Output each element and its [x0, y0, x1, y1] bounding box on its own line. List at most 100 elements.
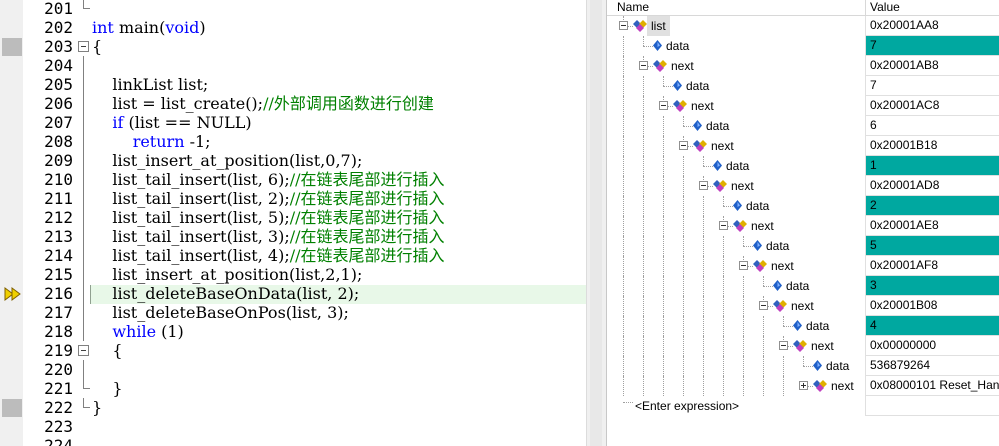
watch-name[interactable]: list: [647, 16, 670, 36]
code-text[interactable]: list_insert_at_position(list,0,7);: [92, 151, 362, 170]
watch-value[interactable]: 3: [865, 276, 999, 296]
code-line[interactable]: 220: [0, 360, 586, 379]
collapse-icon[interactable]: [739, 261, 748, 270]
watch-name[interactable]: next: [711, 136, 734, 156]
watch-name[interactable]: next: [791, 296, 814, 316]
code-line[interactable]: 215 list_insert_at_position(list,2,1);: [0, 265, 586, 284]
watch-name[interactable]: data: [806, 316, 829, 336]
watch-row-struct[interactable]: next 0x20001AE8: [607, 216, 999, 236]
watch-value[interactable]: 0x20001B08: [865, 296, 999, 316]
collapse-icon[interactable]: [719, 221, 728, 230]
watch-row-field[interactable]: data 536879264: [607, 356, 999, 376]
code-text[interactable]: list_tail_insert(list, 4);//在链表尾部进行插入: [92, 246, 444, 265]
code-line[interactable]: 223: [0, 417, 586, 436]
watch-name[interactable]: data: [666, 36, 689, 56]
code-line[interactable]: 205 linkList list;: [0, 75, 586, 94]
fold-toggle-icon[interactable]: [78, 345, 89, 356]
column-header-value[interactable]: Value: [870, 0, 900, 15]
collapse-icon[interactable]: [659, 101, 668, 110]
watch-window[interactable]: Name Value list 0x20001AA8 data 7 next 0x2000…: [606, 0, 999, 446]
watch-row-struct[interactable]: next 0x20001AF8: [607, 256, 999, 276]
code-line[interactable]: 203 {: [0, 37, 586, 56]
code-text[interactable]: }: [92, 379, 122, 398]
watch-row-field[interactable]: data 7: [607, 76, 999, 96]
code-text[interactable]: if (list == NULL): [92, 113, 251, 132]
watch-value[interactable]: 0x20001AF8: [865, 256, 999, 276]
watch-value[interactable]: 0x20001AA8: [865, 16, 999, 36]
collapse-icon[interactable]: [639, 61, 648, 70]
collapse-icon[interactable]: [779, 341, 788, 350]
code-line[interactable]: 221 }: [0, 379, 586, 398]
watch-row-struct[interactable]: list 0x20001AA8: [607, 16, 999, 36]
code-line[interactable]: 213 list_tail_insert(list, 3);//在链表尾部进行插…: [0, 227, 586, 246]
watch-value[interactable]: 4: [865, 316, 999, 336]
code-line[interactable]: 211 list_tail_insert(list, 2);//在链表尾部进行插…: [0, 189, 586, 208]
watch-row-field[interactable]: data 6: [607, 116, 999, 136]
watch-name[interactable]: next: [831, 376, 854, 396]
code-line[interactable]: 210 list_tail_insert(list, 6);//在链表尾部进行插…: [0, 170, 586, 189]
watch-value[interactable]: 5: [865, 236, 999, 256]
code-text[interactable]: int main(void): [92, 18, 206, 37]
watch-name[interactable]: data: [706, 116, 729, 136]
enter-expression-field[interactable]: <Enter expression>: [635, 399, 739, 413]
watch-row-field[interactable]: data 2: [607, 196, 999, 216]
code-line[interactable]: 201: [0, 0, 586, 18]
watch-name[interactable]: data: [766, 236, 789, 256]
code-text[interactable]: list_tail_insert(list, 2);//在链表尾部进行插入: [92, 189, 444, 208]
watch-row-field[interactable]: data 1: [607, 156, 999, 176]
code-line[interactable]: 219 {: [0, 341, 586, 360]
expand-icon[interactable]: [799, 381, 808, 390]
code-line[interactable]: 208 return -1;: [0, 132, 586, 151]
watch-value[interactable]: 1: [865, 156, 999, 176]
collapse-icon[interactable]: [679, 141, 688, 150]
code-text[interactable]: list_tail_insert(list, 3);//在链表尾部进行插入: [92, 227, 444, 246]
watch-value[interactable]: 0x20001AD8: [865, 176, 999, 196]
watch-name[interactable]: data: [746, 196, 769, 216]
watch-name[interactable]: data: [726, 156, 749, 176]
code-text[interactable]: list_tail_insert(list, 6);//在链表尾部进行插入: [92, 170, 444, 189]
watch-name[interactable]: next: [671, 56, 694, 76]
watch-row-struct[interactable]: next 0x20001AB8: [607, 56, 999, 76]
watch-value-empty[interactable]: [865, 396, 999, 416]
code-text[interactable]: list_insert_at_position(list,2,1);: [92, 265, 362, 284]
gutter-marker[interactable]: [2, 38, 22, 56]
watch-name[interactable]: next: [811, 336, 834, 356]
code-text[interactable]: list_deleteBaseOnData(list, 2);: [92, 284, 359, 303]
code-line[interactable]: 204: [0, 56, 586, 75]
watch-value[interactable]: 0x20001B18: [865, 136, 999, 156]
code-editor[interactable]: 201 202 int main(void) 203 {204 205 linkList …: [0, 0, 586, 446]
code-line[interactable]: 222}: [0, 398, 586, 417]
watch-value[interactable]: 0x00000000: [865, 336, 999, 356]
code-line[interactable]: 209 list_insert_at_position(list,0,7);: [0, 151, 586, 170]
code-line[interactable]: 214 list_tail_insert(list, 4);//在链表尾部进行插…: [0, 246, 586, 265]
code-text[interactable]: {: [92, 341, 122, 360]
code-line[interactable]: 224: [0, 436, 586, 446]
code-line[interactable]: 207 if (list == NULL): [0, 113, 586, 132]
watch-row-field[interactable]: data 7: [607, 36, 999, 56]
code-line[interactable]: 216 list_deleteBaseOnData(list, 2);: [0, 284, 586, 303]
watch-row-struct[interactable]: next 0x20001B18: [607, 136, 999, 156]
gutter-marker[interactable]: [2, 399, 22, 417]
watch-row-struct[interactable]: next 0x08000101 Reset_Han...: [607, 376, 999, 396]
code-line[interactable]: 218 while (1): [0, 322, 586, 341]
watch-value[interactable]: 7: [865, 36, 999, 56]
watch-name[interactable]: data: [826, 356, 849, 376]
watch-row-field[interactable]: data 3: [607, 276, 999, 296]
code-text[interactable]: }: [92, 398, 102, 417]
code-line[interactable]: 202 int main(void): [0, 18, 586, 37]
collapse-icon[interactable]: [699, 181, 708, 190]
watch-value[interactable]: 6: [865, 116, 999, 136]
code-line[interactable]: 206 list = list_create();//外部调用函数进行创建: [0, 94, 586, 113]
collapse-icon[interactable]: [619, 21, 628, 30]
code-text[interactable]: {: [92, 37, 102, 56]
code-line[interactable]: 217 list_deleteBaseOnPos(list, 3);: [0, 303, 586, 322]
watch-name[interactable]: next: [771, 256, 794, 276]
watch-value[interactable]: 2: [865, 196, 999, 216]
watch-name[interactable]: data: [686, 76, 709, 96]
watch-value[interactable]: 0x20001AE8: [865, 216, 999, 236]
watch-value[interactable]: 7: [865, 76, 999, 96]
watch-value[interactable]: 0x20001AC8: [865, 96, 999, 116]
watch-row-field[interactable]: data 5: [607, 236, 999, 256]
fold-toggle-icon[interactable]: [78, 41, 89, 52]
code-text[interactable]: list_deleteBaseOnPos(list, 3);: [92, 303, 349, 322]
